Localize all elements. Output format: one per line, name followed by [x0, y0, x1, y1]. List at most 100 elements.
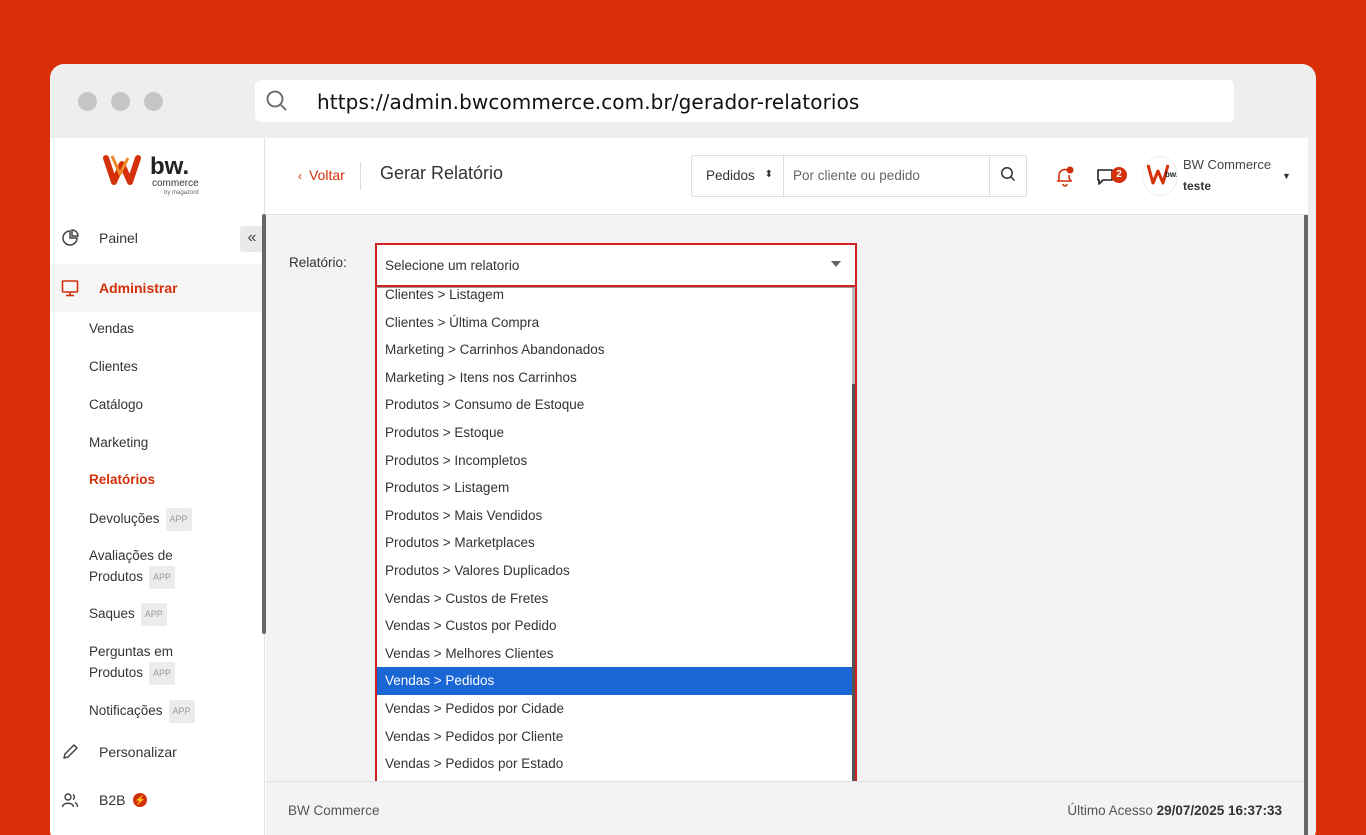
sidebar-subitem-label-line2: Produtos — [89, 665, 144, 681]
back-label: Voltar — [309, 167, 345, 183]
main-scrollbar[interactable] — [1304, 215, 1308, 835]
svg-text:bw.: bw. — [1165, 170, 1178, 179]
admin-app: bw. commerce by magazord « Painel Admini… — [50, 138, 1308, 835]
dropdown-option[interactable]: Clientes > Última Compra — [377, 309, 853, 337]
sidebar-item-personalizar[interactable]: Personalizar — [50, 732, 262, 772]
users-icon — [60, 790, 80, 810]
sidebar-subitem-label: Saques — [89, 606, 135, 622]
back-button[interactable]: ‹ Voltar — [298, 167, 345, 183]
sidebar-subitem-devolucoes[interactable]: Devoluções APP — [89, 508, 192, 531]
sidebar-subitem-label: Catálogo — [89, 397, 144, 412]
app-badge: APP — [149, 566, 176, 589]
user-name[interactable]: BW Commerce — [1183, 157, 1271, 172]
sidebar-item-painel[interactable]: Painel — [50, 218, 262, 258]
sidebar-subitem-saques[interactable]: Saques APP — [89, 603, 167, 626]
page-title: Gerar Relatório — [380, 163, 504, 183]
logo-by-text: by magazord — [164, 190, 199, 196]
sidebar-subitem-label: Devoluções — [89, 511, 160, 527]
caret-down-icon — [831, 261, 841, 267]
window-controls — [78, 92, 163, 111]
window-dot-close[interactable] — [78, 92, 97, 111]
chevron-left-icon: ‹ — [298, 169, 302, 183]
last-access-label: Último Acesso — [1067, 803, 1153, 818]
search-input[interactable]: Por cliente ou pedido — [783, 155, 990, 197]
address-bar[interactable]: https://admin.bwcommerce.com.br/gerador-… — [255, 80, 1234, 122]
sidebar-subitem-label: Notificações — [89, 703, 163, 719]
sidebar: bw. commerce by magazord « Painel Admini… — [50, 138, 266, 835]
dropdown-option[interactable]: Produtos > Valores Duplicados — [377, 557, 853, 585]
search-placeholder: Por cliente ou pedido — [793, 168, 920, 183]
notification-bell-icon[interactable] — [1055, 166, 1075, 193]
sidebar-subitem-label: Marketing — [89, 435, 149, 450]
window-dot-maximize[interactable] — [144, 92, 163, 111]
app-badge: APP — [165, 508, 192, 531]
app-badge: APP — [140, 603, 167, 626]
divider — [360, 162, 361, 190]
sidebar-subitem-perguntas[interactable]: Perguntas em Produtos APP — [89, 641, 176, 685]
sidebar-subitem-catalogo[interactable]: Catálogo — [89, 394, 143, 415]
brand-logo[interactable]: bw. commerce by magazord — [102, 152, 214, 202]
dropdown-option[interactable]: Vendas > Pedidos — [377, 667, 853, 695]
monitor-icon — [60, 278, 80, 298]
dropdown-option[interactable]: Vendas > Pedidos por Cidade — [377, 695, 853, 723]
dropdown-option[interactable]: Vendas > Custos de Fretes — [377, 585, 853, 613]
sidebar-subitem-notificacoes[interactable]: Notificações APP — [89, 700, 195, 723]
sidebar-item-administrar[interactable]: Administrar — [50, 264, 262, 312]
dropdown-option[interactable]: Marketing > Itens nos Carrinhos — [377, 364, 853, 392]
footer: BW Commerce Último Acesso 29/07/2025 16:… — [266, 781, 1304, 835]
search-scope-value: Pedidos — [706, 168, 755, 183]
search-icon — [1000, 166, 1016, 187]
logo-text: bw. — [150, 153, 189, 180]
report-dropdown-list[interactable]: Clientes > Listagem Clientes > Última Com… — [375, 287, 857, 832]
dropdown-option[interactable]: Vendas > Custos por Pedido — [377, 612, 853, 640]
main-content: Relatório: Selecione um relatorio Client… — [266, 215, 1308, 835]
sidebar-subitem-label: Avaliações de — [89, 548, 173, 563]
dropdown-option[interactable]: Produtos > Estoque — [377, 419, 853, 447]
dropdown-option[interactable]: Produtos > Mais Vendidos — [377, 502, 853, 530]
dropdown-option[interactable]: Vendas > Pedidos por Estado — [377, 750, 853, 778]
sidebar-subitem-label: Relatórios — [89, 472, 156, 487]
avatar[interactable]: bw. — [1142, 156, 1178, 196]
dropdown-option[interactable]: Marketing > Carrinhos Abandonados — [377, 336, 853, 364]
sidebar-subitem-marketing[interactable]: Marketing — [89, 432, 148, 453]
dropdown-option[interactable]: Produtos > Incompletos — [377, 447, 853, 475]
dropdown-scrollbar[interactable] — [852, 384, 855, 830]
top-bar: ‹ Voltar Gerar Relatório Pedidos ⬍ Por cl… — [266, 138, 1308, 215]
sidebar-item-label: Painel — [99, 230, 138, 246]
sidebar-subitem-vendas[interactable]: Vendas — [89, 318, 134, 339]
window-dot-minimize[interactable] — [111, 92, 130, 111]
dropdown-option[interactable]: Vendas > Melhores Clientes — [377, 640, 853, 668]
last-access-value: 29/07/2025 16:37:33 — [1156, 803, 1282, 818]
lightning-badge-icon: ⚡ — [133, 793, 148, 807]
sidebar-subitem-label-line2: Produtos — [89, 569, 144, 585]
report-field-label: Relatório: — [289, 255, 347, 270]
browser-window: https://admin.bwcommerce.com.br/gerador-… — [50, 64, 1316, 835]
chat-count-badge: 2 — [1111, 167, 1127, 183]
app-badge: APP — [168, 700, 195, 723]
last-access: Último Acesso 29/07/2025 16:37:33 — [1067, 803, 1282, 818]
dropdown-option[interactable]: Clientes > Listagem — [377, 288, 853, 309]
caret-down-icon[interactable]: ▼ — [1282, 171, 1291, 181]
logo-subtext: commerce — [152, 178, 199, 189]
sidebar-item-label: B2B — [99, 792, 126, 808]
dropdown-option[interactable]: Vendas > Pedidos por Cliente — [377, 723, 853, 751]
url-text[interactable]: https://admin.bwcommerce.com.br/gerador-… — [317, 90, 859, 114]
app-badge: APP — [149, 662, 176, 685]
dropdown-option[interactable]: Produtos > Listagem — [377, 474, 853, 502]
sort-arrows-icon: ⬍ — [764, 169, 773, 180]
footer-brand: BW Commerce — [288, 803, 380, 818]
report-select-value: Selecione um relatorio — [385, 258, 520, 273]
sidebar-subitem-relatorios[interactable]: Relatórios — [89, 469, 155, 490]
sidebar-item-b2b[interactable]: B2B ⚡ — [50, 780, 262, 820]
search-button[interactable] — [989, 155, 1027, 197]
sidebar-item-label: Personalizar — [99, 744, 177, 760]
dropdown-option[interactable]: Produtos > Marketplaces — [377, 529, 853, 557]
search-scope-select[interactable]: Pedidos ⬍ — [691, 155, 784, 197]
sidebar-subitem-avaliacoes[interactable]: Avaliações de Produtos APP — [89, 545, 176, 589]
dropdown-option[interactable]: Produtos > Consumo de Estoque — [377, 391, 853, 419]
sidebar-subitem-clientes[interactable]: Clientes — [89, 356, 138, 377]
report-select[interactable]: Selecione um relatorio — [375, 243, 857, 287]
search-icon — [265, 89, 291, 120]
user-subtitle[interactable]: teste — [1183, 179, 1211, 193]
dropdown-scroll-thumb[interactable] — [852, 288, 855, 384]
